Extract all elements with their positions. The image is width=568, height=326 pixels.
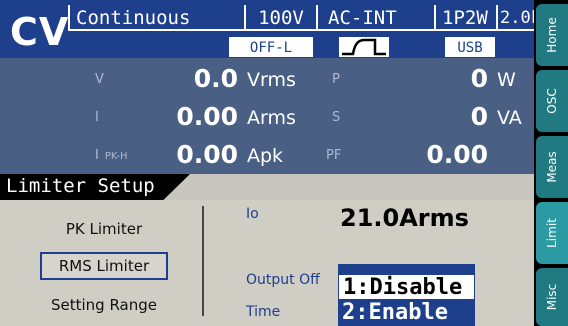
- current-unit: Arms: [247, 107, 296, 129]
- dropdown-option-enable[interactable]: 2:Enable: [338, 300, 475, 326]
- tab-meas[interactable]: Meas: [536, 136, 568, 198]
- status-bar: CV Continuous 100V AC-INT 1P2W 2.0k OFF-…: [0, 0, 541, 58]
- tab-misc[interactable]: Misc: [536, 268, 568, 326]
- time-label: Time: [246, 304, 281, 320]
- measure-row: I 0.00 Arms S 0 VA: [0, 100, 534, 138]
- peak-current-label: I PK-H: [95, 148, 128, 163]
- peak-current-value: 0.00: [176, 140, 238, 169]
- power-factor-label: PF: [326, 148, 342, 163]
- tab-osc-label: OSC: [545, 88, 559, 114]
- output-off-dropdown[interactable]: 1:Disable 2:Enable: [338, 264, 475, 326]
- peak-current-unit: Apk: [247, 145, 284, 167]
- tab-home[interactable]: Home: [536, 4, 568, 66]
- measure-row: V 0.0 Vrms P 0 W: [0, 62, 534, 100]
- apparent-power-unit: VA: [497, 107, 522, 129]
- apparent-power-value: 0: [470, 102, 488, 131]
- side-tab-bar: Home OSC Meas Limit Misc: [534, 0, 568, 326]
- power-unit: W: [497, 69, 516, 91]
- control-mode-label: CV: [10, 10, 70, 54]
- section-tab: Limiter Setup: [0, 174, 190, 200]
- sine-wave-icon: [338, 36, 390, 58]
- power-value: 0: [470, 64, 488, 93]
- signal-source-label: AC-INT: [316, 5, 434, 31]
- section-header: Limiter Setup: [0, 174, 534, 200]
- tab-meas-label: Meas: [545, 151, 559, 183]
- io-label: Io: [246, 206, 259, 222]
- dropdown-option-disable[interactable]: 1:Disable: [338, 274, 475, 300]
- interface-badge: USB: [444, 36, 496, 58]
- menu-divider: [202, 206, 204, 316]
- frequency-range-label: 2.0k: [496, 5, 541, 31]
- tab-osc[interactable]: OSC: [536, 70, 568, 132]
- peak-current-subscript: PK-H: [104, 151, 128, 162]
- apparent-power-label: S: [332, 110, 341, 125]
- io-value[interactable]: 21.0Arms: [340, 204, 469, 232]
- power-factor-value: 0.00: [426, 140, 488, 169]
- power-label: P: [332, 72, 340, 87]
- voltage-range-label: 100V: [244, 5, 316, 31]
- section-title: Limiter Setup: [6, 175, 155, 197]
- output-off-label: Output Off: [246, 272, 320, 288]
- tab-home-label: Home: [545, 17, 559, 53]
- measure-row: I PK-H 0.00 Apk PF 0.00: [0, 138, 534, 176]
- tab-limit[interactable]: Limit: [536, 202, 568, 264]
- voltage-value: 0.0: [193, 64, 238, 93]
- rms-limiter-button[interactable]: RMS Limiter: [40, 252, 168, 280]
- current-value: 0.00: [176, 102, 238, 131]
- peak-current-symbol: I: [95, 148, 99, 163]
- measurement-panel: V 0.0 Vrms P 0 W I 0.00 Arms S 0 VA I PK-…: [0, 58, 534, 174]
- current-label: I: [95, 110, 99, 125]
- function-mode-label: Continuous: [68, 5, 244, 31]
- tab-misc-label: Misc: [545, 283, 559, 311]
- setting-range-button[interactable]: Setting Range: [40, 292, 168, 318]
- voltage-unit: Vrms: [247, 69, 296, 91]
- tab-limit-label: Limit: [545, 218, 559, 248]
- wiring-label: 1P2W: [434, 5, 496, 31]
- voltage-label: V: [95, 72, 104, 87]
- output-state-badge: OFF-L: [228, 36, 314, 58]
- pk-limiter-button[interactable]: PK Limiter: [40, 216, 168, 242]
